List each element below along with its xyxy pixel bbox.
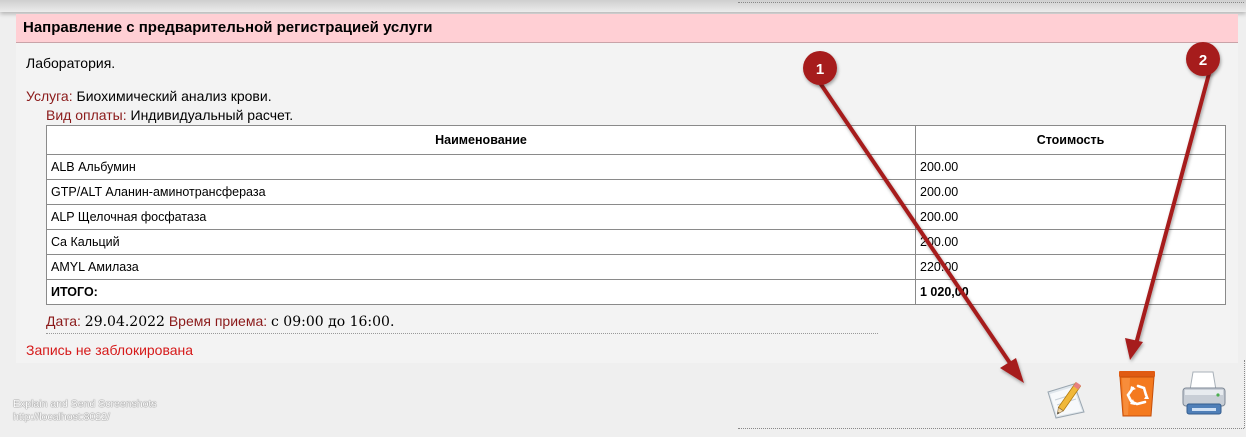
payment-value: Индивидуальный расчет.: [130, 107, 294, 123]
row-name: ALP Щелочная фосфатаза: [46, 204, 916, 230]
time-value: с 09:00 до 16:00.: [271, 314, 395, 330]
total-value: 1 020,00: [915, 279, 1226, 305]
top-divider: [738, 2, 1244, 4]
services-price-table: Наименование Стоимость ALB Альбумин 200.…: [46, 125, 1226, 305]
payment-label: Вид оплаты:: [46, 107, 127, 123]
watermark-title: Explain and Send Screenshots: [13, 398, 157, 410]
service-label: Услуга:: [26, 88, 73, 104]
watermark: Explain and Send Screenshots http://loca…: [13, 398, 157, 424]
table-row: ALB Альбумин 200.00: [46, 154, 1226, 180]
date-value: 29.04.2022: [84, 314, 165, 330]
table-row: ALP Щелочная фосфатаза 200.00: [46, 204, 1226, 230]
row-price: 220.00: [915, 254, 1226, 280]
row-price: 200.00: [915, 179, 1226, 205]
department-label: Лаборатория.: [26, 55, 116, 71]
delete-button[interactable]: [1116, 368, 1162, 418]
row-name: Ca Кальций: [46, 229, 916, 255]
column-header-name: Наименование: [46, 125, 916, 155]
appointment-line: Дата: 29.04.2022 Время приема: с 09:00 д…: [46, 313, 878, 334]
lock-status: Запись не заблокирована: [26, 342, 194, 358]
print-button[interactable]: [1180, 370, 1226, 420]
payment-line: Вид оплаты: Индивидуальный расчет.: [46, 107, 293, 123]
printer-icon: [1182, 371, 1226, 415]
table-row: AMYL Амилаза 220.00: [46, 254, 1226, 280]
date-label: Дата:: [46, 313, 81, 329]
row-price: 200.00: [915, 204, 1226, 230]
footer-right-divider: [1244, 360, 1245, 428]
table-header-row: Наименование Стоимость: [46, 125, 1226, 155]
service-value: Биохимический анализ крови.: [76, 88, 272, 104]
row-price: 200.00: [915, 229, 1226, 255]
panel-title: Направление с предварительной регистраци…: [23, 19, 433, 36]
row-name: ALB Альбумин: [46, 154, 916, 180]
footer-divider: [738, 428, 1244, 429]
time-label: Время приема:: [168, 313, 268, 329]
edit-button[interactable]: [1044, 370, 1090, 420]
total-label: ИТОГО:: [46, 279, 916, 305]
table-total-row: ИТОГО: 1 020,00: [46, 279, 1226, 305]
recycle-bin-icon: [1119, 371, 1155, 417]
edit-pencil-icon: [1047, 381, 1085, 419]
table-row: GTP/ALT Аланин-аминотрансфераза 200.00: [46, 179, 1226, 205]
service-line: Услуга: Биохимический анализ крови.: [26, 88, 272, 104]
row-name: GTP/ALT Аланин-аминотрансфераза: [46, 179, 916, 205]
row-name: AMYL Амилаза: [46, 254, 916, 280]
row-price: 200.00: [915, 154, 1226, 180]
table-row: Ca Кальций 200.00: [46, 229, 1226, 255]
watermark-url: http://localhost:8022/: [13, 411, 110, 423]
panel-header: Направление с предварительной регистраци…: [16, 14, 1238, 43]
column-header-price: Стоимость: [915, 125, 1226, 155]
